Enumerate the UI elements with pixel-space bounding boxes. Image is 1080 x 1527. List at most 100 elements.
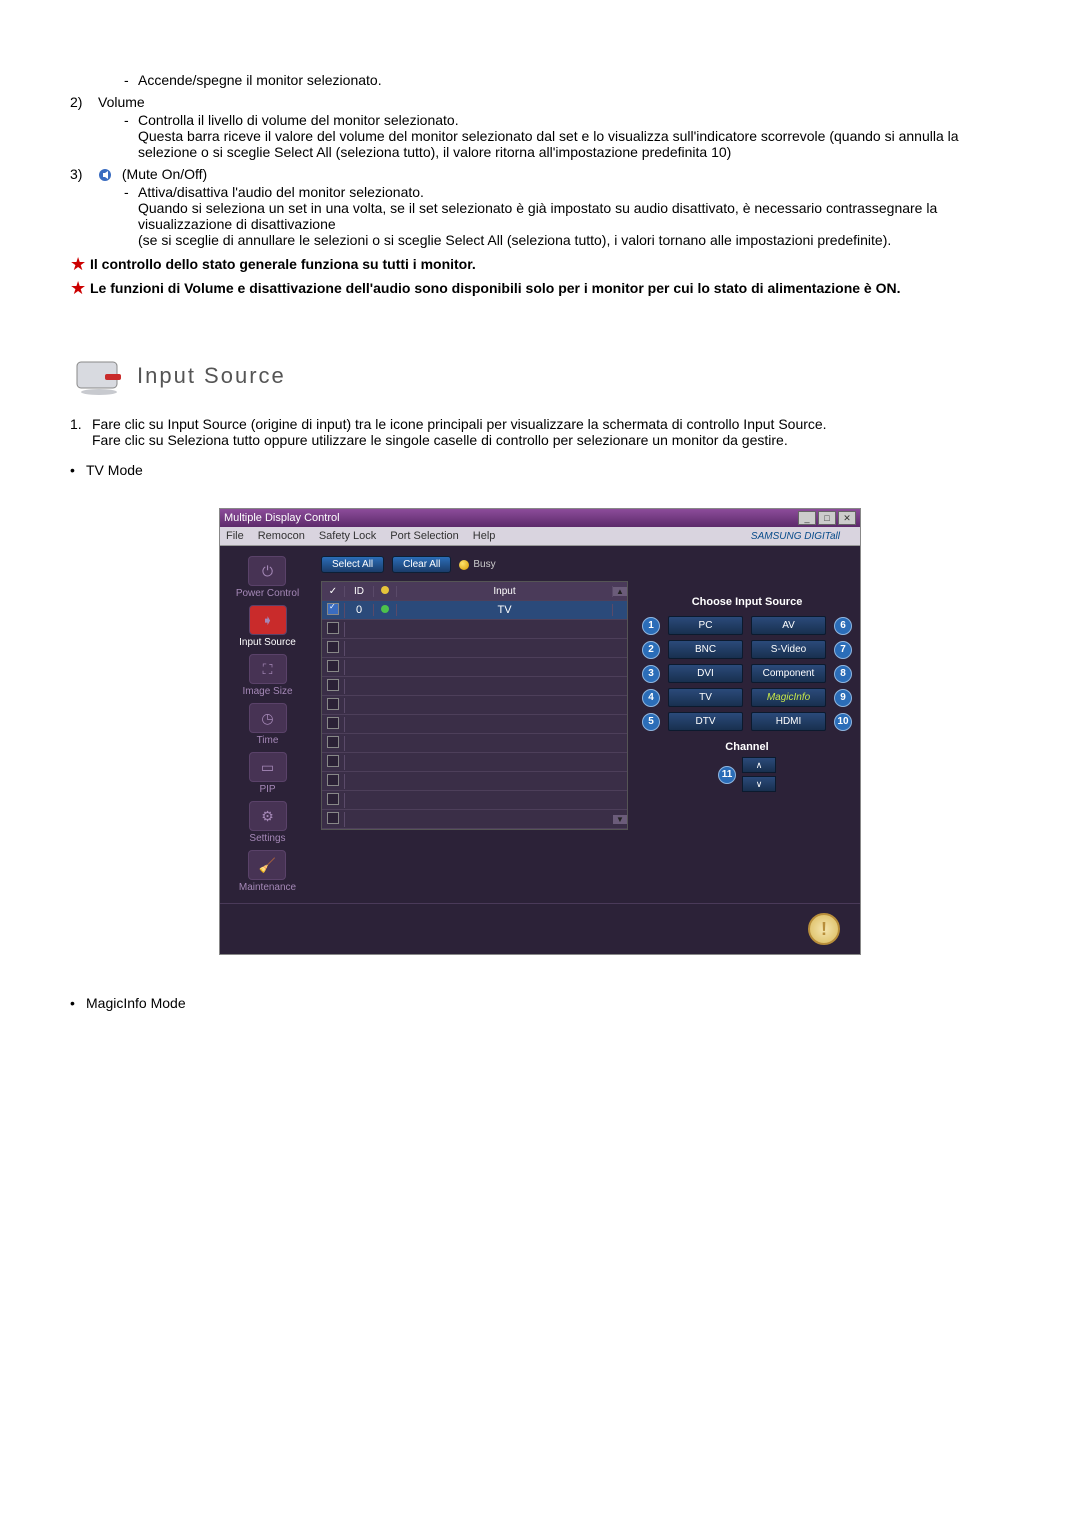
badge-2: 2 [642, 641, 660, 659]
grid-row-empty[interactable] [322, 734, 627, 753]
src-dvi[interactable]: DVI [668, 664, 743, 683]
grid-row-empty[interactable] [322, 620, 627, 639]
grid-row-empty[interactable]: ▼ [322, 810, 627, 829]
badge-10: 10 [834, 713, 852, 731]
sidebar-input-source[interactable]: ➧ Input Source [239, 605, 296, 648]
src-dtv[interactable]: DTV [668, 712, 743, 731]
star-note-2: ★ Le funzioni di Volume e disattivazione… [70, 280, 1020, 296]
app-titlebar: Multiple Display Control _ □ ✕ [220, 509, 860, 527]
badge-5: 5 [642, 713, 660, 731]
item3: 3) (Mute On/Off) [70, 166, 1020, 182]
src-magicinfo[interactable]: MagicInfo [751, 688, 826, 707]
busy-dot-icon [459, 560, 469, 570]
input-source-icon [75, 356, 123, 396]
row0-checkbox[interactable] [327, 603, 339, 615]
item1-sub-text: Accende/spegne il monitor selezionato. [138, 72, 382, 88]
sidebar: ⏻ Power Control ➧ Input Source ⛶ Image S… [220, 546, 315, 903]
grid-row-empty[interactable] [322, 696, 627, 715]
power-icon: ⏻ [248, 556, 286, 586]
close-button[interactable]: ✕ [838, 511, 856, 525]
item2-label: Volume [98, 94, 145, 110]
src-svideo[interactable]: S-Video [751, 640, 826, 659]
clear-all-button[interactable]: Clear All [392, 556, 451, 573]
src-hdmi[interactable]: HDMI [751, 712, 826, 731]
menu-remocon[interactable]: Remocon [258, 530, 305, 542]
minimize-button[interactable]: _ [798, 511, 816, 525]
item2-sub-line2: Questa barra riceve il valore del volume… [138, 128, 1020, 160]
select-all-button[interactable]: Select All [321, 556, 384, 573]
menu-file[interactable]: File [226, 530, 244, 542]
para-1: 1. Fare clic su Input Source (origine di… [70, 416, 1020, 448]
section-header: Input Source [75, 356, 1020, 396]
bullet-magicinfo-label: MagicInfo Mode [86, 995, 186, 1011]
sidebar-image-size[interactable]: ⛶ Image Size [242, 654, 292, 697]
grid-hdr-input: Input [397, 586, 613, 597]
brand-label: SAMSUNG DIGITall [751, 531, 840, 542]
row0-status-icon [381, 605, 389, 613]
item2-sub: - Controlla il livello di volume del mon… [124, 112, 1020, 160]
app-menubar: File Remocon Safety Lock Port Selection … [220, 527, 860, 546]
right-panel: Choose Input Source 1 PC AV 6 2 BNC S-Vi… [634, 546, 860, 903]
src-pc[interactable]: PC [668, 616, 743, 635]
menu-safety-lock[interactable]: Safety Lock [319, 530, 376, 542]
item2-sub-line1: Controlla il livello di volume del monit… [138, 112, 1020, 128]
image-size-icon: ⛶ [249, 654, 287, 684]
badge-7: 7 [834, 641, 852, 659]
src-tv[interactable]: TV [668, 688, 743, 707]
bullet-tv-label: TV Mode [86, 462, 143, 478]
maintenance-icon: 🧹 [248, 850, 286, 880]
src-av[interactable]: AV [751, 616, 826, 635]
grid-row-empty[interactable] [322, 658, 627, 677]
monitor-grid: ✓ ID Input ▲ 0 TV [321, 581, 628, 830]
badge-4: 4 [642, 689, 660, 707]
menu-port-selection[interactable]: Port Selection [390, 530, 458, 542]
sidebar-pip[interactable]: ▭ PIP [249, 752, 287, 795]
sidebar-maintenance[interactable]: 🧹 Maintenance [239, 850, 296, 893]
grid-row-empty[interactable] [322, 677, 627, 696]
menu-help[interactable]: Help [473, 530, 496, 542]
section-title: Input Source [137, 363, 286, 389]
grid-row-empty[interactable] [322, 791, 627, 810]
src-component[interactable]: Component [751, 664, 826, 683]
sidebar-settings[interactable]: ⚙ Settings [249, 801, 287, 844]
grid-hdr-id: ID [345, 586, 374, 597]
item2-num: 2) [70, 94, 98, 110]
src-bnc[interactable]: BNC [668, 640, 743, 659]
item3-num: 3) [70, 166, 98, 182]
grid-row-empty[interactable] [322, 772, 627, 791]
bullet-dot: • [70, 995, 86, 1011]
para-1-line2: Fare clic su Seleziona tutto oppure util… [92, 432, 827, 448]
channel-up-button[interactable]: ∧ [742, 757, 776, 773]
grid-row-empty[interactable] [322, 715, 627, 734]
row0-id: 0 [345, 604, 374, 616]
scroll-up[interactable]: ▲ [613, 587, 627, 596]
bullet-dot: • [70, 462, 86, 478]
channel-down-button[interactable]: ∨ [742, 776, 776, 792]
app-window: Multiple Display Control _ □ ✕ File Remo… [219, 508, 861, 955]
bullet-magicinfo-mode: • MagicInfo Mode [70, 995, 1020, 1011]
bullet-tv-mode: • TV Mode [70, 462, 1020, 478]
badge-8: 8 [834, 665, 852, 683]
pip-icon: ▭ [249, 752, 287, 782]
badge-6: 6 [834, 617, 852, 635]
channel-block: Channel 11 ∧ ∨ [642, 741, 852, 792]
star-note-1: ★ Il controllo dello stato generale funz… [70, 256, 1020, 272]
item3-sub-line1: Attiva/disattiva l'audio del monitor sel… [138, 184, 1020, 200]
grid-row-empty[interactable] [322, 753, 627, 772]
busy-label: Busy [473, 559, 495, 570]
panel-title: Choose Input Source [642, 596, 852, 608]
item3-label: (Mute On/Off) [122, 166, 207, 182]
grid-row-0[interactable]: 0 TV [322, 601, 627, 620]
item1-sub: - Accende/spegne il monitor selezionato. [124, 72, 1020, 88]
grid-hdr-chk[interactable]: ✓ [322, 586, 345, 597]
grid-row-empty[interactable] [322, 639, 627, 658]
input-icon: ➧ [249, 605, 287, 635]
settings-icon: ⚙ [249, 801, 287, 831]
scroll-down[interactable]: ▼ [613, 815, 627, 824]
item3-sub: - Attiva/disattiva l'audio del monitor s… [124, 184, 1020, 248]
app-title: Multiple Display Control [224, 512, 340, 524]
maximize-button[interactable]: □ [818, 511, 836, 525]
sidebar-power-control[interactable]: ⏻ Power Control [236, 556, 299, 599]
para-1-line1: Fare clic su Input Source (origine di in… [92, 416, 827, 432]
sidebar-time[interactable]: ◷ Time [249, 703, 287, 746]
